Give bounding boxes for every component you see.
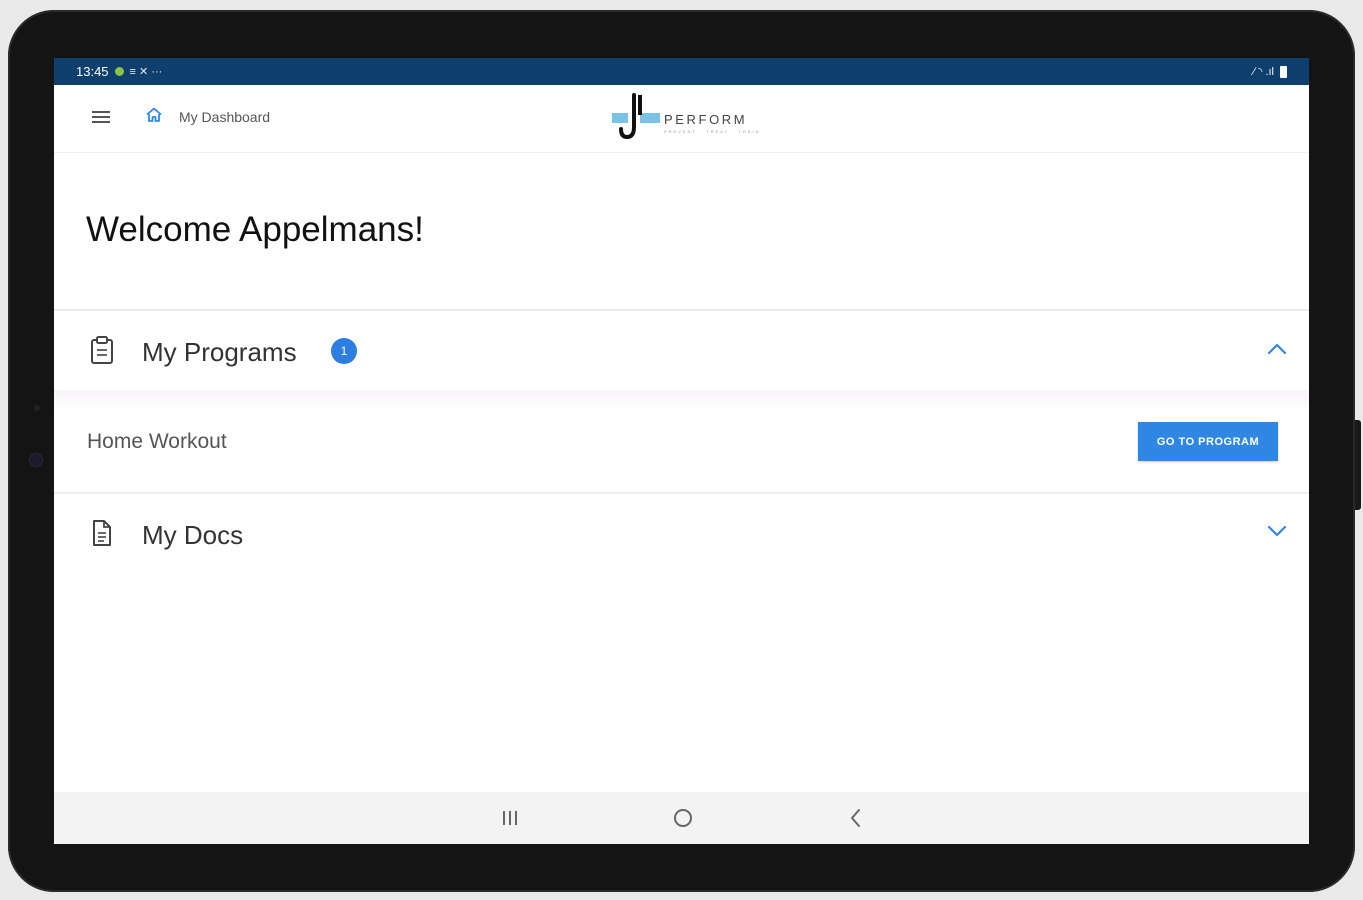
document-icon (93, 520, 111, 546)
programs-title: My Programs (142, 337, 297, 367)
front-camera (30, 454, 42, 466)
system-navigation-bar (54, 792, 1309, 844)
notification-icons: ≡ ✕ ··· (129, 66, 163, 78)
logo-mark-icon (612, 93, 660, 140)
status-right: ∕ ◝ .ıl (1253, 65, 1287, 78)
programs-list-shade (54, 390, 1309, 412)
home-icon[interactable] (145, 106, 163, 124)
go-to-program-button[interactable]: GO TO PROGRAM (1138, 422, 1278, 461)
chevron-up-icon[interactable] (1267, 341, 1287, 355)
sensor-dot (34, 405, 40, 411)
list-item: Home Workout GO TO PROGRAM (54, 410, 1309, 492)
clipboard-icon (91, 336, 113, 364)
notification-dot-icon (114, 67, 124, 76)
circle-home-icon[interactable] (671, 806, 695, 830)
page-title: Welcome Appelmans! (86, 210, 424, 249)
programs-count-badge: 1 (331, 338, 357, 364)
logo-text: PERFORM (664, 112, 748, 127)
recents-icon[interactable] (498, 806, 522, 830)
status-left: 13:45 ≡ ✕ ··· (76, 64, 162, 79)
status-bar: 13:45 ≡ ✕ ··· ∕ ◝ .ıl (54, 58, 1309, 85)
logo-tagline: PREVENT · TREAT · TRAIN (664, 129, 761, 134)
programs-section-header[interactable]: My Programs 1 (54, 311, 1309, 391)
back-arrow-icon[interactable] (844, 806, 868, 830)
connectivity-icons: ∕ ◝ .ıl (1253, 66, 1274, 78)
chevron-down-icon[interactable] (1267, 524, 1287, 538)
app-header: My Dashboard PERFORM PREVENT · TREAT · T… (54, 85, 1309, 153)
program-name[interactable]: Home Workout (87, 430, 227, 454)
app-logo: PERFORM PREVENT · TREAT · TRAIN (612, 93, 762, 145)
docs-section-header[interactable]: My Docs (54, 494, 1309, 574)
battery-icon (1280, 65, 1287, 78)
app-screen: 13:45 ≡ ✕ ··· ∕ ◝ .ıl My Dashboard PERFO… (54, 58, 1309, 844)
side-button (1355, 420, 1361, 510)
status-time: 13:45 (76, 64, 109, 79)
docs-title: My Docs (142, 520, 244, 550)
hamburger-menu-icon[interactable] (92, 111, 110, 123)
breadcrumb[interactable]: My Dashboard (179, 109, 270, 125)
